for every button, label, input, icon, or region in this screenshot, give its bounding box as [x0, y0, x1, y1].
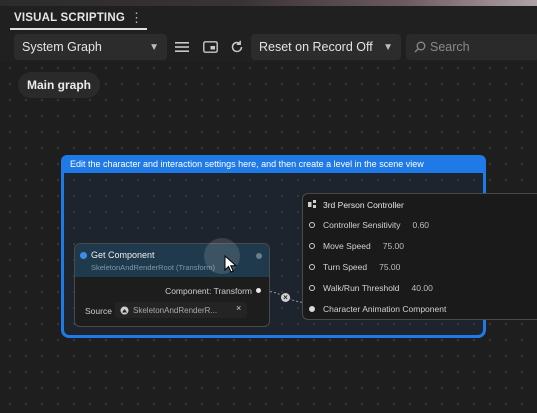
cursor-icon	[224, 255, 238, 273]
flow-port-icon[interactable]	[256, 253, 262, 259]
property-value[interactable]: 75.00	[379, 262, 400, 272]
property-row-walk-run-threshold[interactable]: Walk/Run Threshold 40.00	[309, 283, 433, 293]
source-clear-button[interactable]: ×	[236, 303, 241, 313]
flow-port-icon[interactable]	[80, 252, 87, 259]
source-object-icon	[120, 306, 129, 314]
property-label: Walk/Run Threshold	[323, 283, 400, 293]
connection-break-button[interactable]: ×	[281, 293, 290, 302]
property-label: Turn Speed	[323, 262, 368, 272]
property-row-move-speed[interactable]: Move Speed 75.00	[309, 241, 404, 251]
output-port[interactable]	[256, 288, 261, 293]
node-subtitle: SkeletonAndRenderRoot (Transform)	[91, 263, 215, 272]
source-field[interactable]: SkeletonAndRenderR...	[115, 302, 247, 318]
property-row-character-animation-component[interactable]: Character Animation Component	[309, 304, 446, 314]
node-3rd-person-controller[interactable]: 3rd Person Controller Controller Sensiti…	[302, 193, 537, 320]
node-title: 3rd Person Controller	[323, 200, 404, 210]
node-get-component[interactable]: Get Component SkeletonAndRenderRoot (Tra…	[74, 243, 270, 327]
controller-node-icon	[308, 200, 316, 208]
source-value: SkeletonAndRenderR...	[133, 305, 218, 315]
output-port-label: Component: Transform	[165, 286, 252, 296]
source-label: Source	[85, 306, 112, 316]
property-value[interactable]: 40.00	[412, 283, 433, 293]
property-label: Controller Sensitivity	[323, 220, 401, 230]
property-row-controller-sensitivity[interactable]: Controller Sensitivity 0.60	[309, 220, 429, 230]
node-title: Get Component	[91, 250, 155, 260]
property-value[interactable]: 75.00	[383, 241, 404, 251]
input-port[interactable]	[309, 243, 315, 249]
property-row-turn-speed[interactable]: Turn Speed 75.00	[309, 262, 400, 272]
input-port[interactable]	[309, 264, 315, 270]
property-value[interactable]: 0.60	[412, 220, 429, 230]
input-port[interactable]	[309, 306, 315, 312]
input-port[interactable]	[309, 285, 315, 291]
input-port[interactable]	[309, 222, 315, 228]
property-label: Character Animation Component	[323, 304, 447, 314]
property-label: Move Speed	[323, 241, 371, 251]
node-header	[75, 244, 269, 277]
